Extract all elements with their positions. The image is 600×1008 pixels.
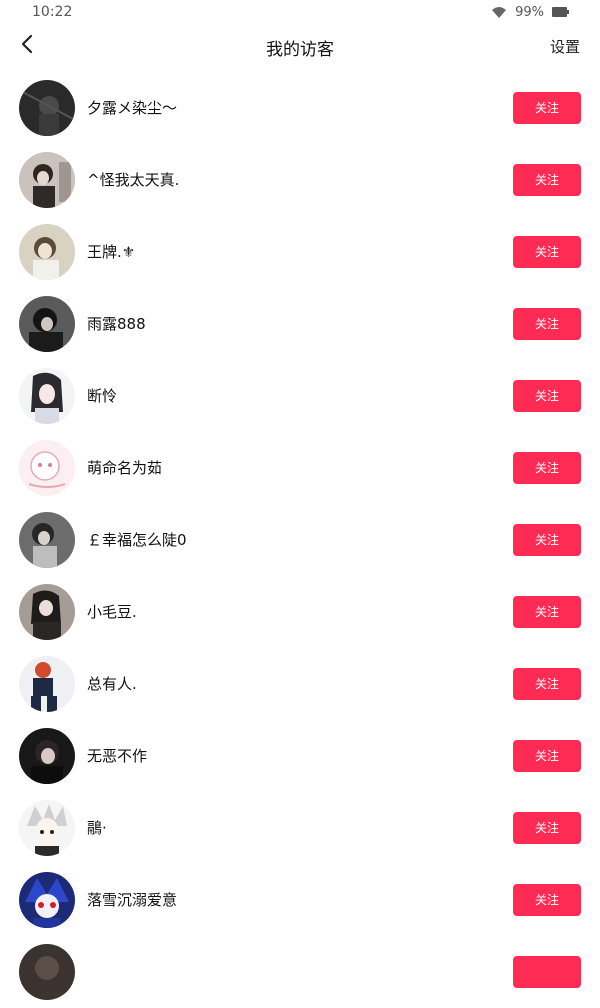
avatar[interactable] xyxy=(19,800,75,856)
visitor-list: 夕露メ染尘～ 关注 ^怪我太天真. 关注 王牌.⚜ 关注 雨露888 关注 断怜… xyxy=(0,72,600,1008)
avatar[interactable] xyxy=(19,368,75,424)
list-item[interactable]: 无恶不作 关注 xyxy=(0,720,600,792)
list-item[interactable]: 王牌.⚜ 关注 xyxy=(0,216,600,288)
visitor-name[interactable]: 小毛豆. xyxy=(87,602,137,622)
follow-button[interactable]: 关注 xyxy=(513,452,581,484)
list-item[interactable]: 萌命名为茹 关注 xyxy=(0,432,600,504)
status-right: 99% xyxy=(491,4,570,20)
avatar[interactable] xyxy=(19,440,75,496)
visitor-name[interactable]: ^怪我太天真. xyxy=(87,170,179,190)
list-item[interactable]: 断怜 关注 xyxy=(0,360,600,432)
list-item[interactable]: ^怪我太天真. 关注 xyxy=(0,144,600,216)
status-bar: 10:22 99% xyxy=(0,0,600,24)
follow-button[interactable]: 关注 xyxy=(513,236,581,268)
battery-icon xyxy=(552,6,570,18)
list-item[interactable]: ￡幸福怎么陡0 关注 xyxy=(0,504,600,576)
follow-button[interactable]: 关注 xyxy=(513,884,581,916)
follow-button[interactable]: 关注 xyxy=(513,668,581,700)
list-item[interactable]: 鷊· 关注 xyxy=(0,792,600,864)
avatar[interactable] xyxy=(19,512,75,568)
avatar[interactable] xyxy=(19,872,75,928)
page-title: 我的访客 xyxy=(266,40,334,60)
follow-button[interactable]: 关注 xyxy=(513,164,581,196)
avatar[interactable] xyxy=(19,224,75,280)
avatar[interactable] xyxy=(19,80,75,136)
list-item[interactable]: 雨露888 关注 xyxy=(0,288,600,360)
settings-button[interactable]: 设置 xyxy=(550,36,580,57)
list-item[interactable] xyxy=(0,936,600,1008)
avatar[interactable] xyxy=(19,296,75,352)
visitor-name[interactable]: 总有人. xyxy=(87,674,137,694)
list-item[interactable]: 小毛豆. 关注 xyxy=(0,576,600,648)
visitor-name[interactable]: 鷊· xyxy=(87,818,107,838)
status-time: 10:22 xyxy=(32,4,73,20)
visitor-name[interactable]: 落雪沉溺爱意 xyxy=(87,890,177,910)
visitor-name[interactable]: 夕露メ染尘～ xyxy=(87,98,177,118)
wifi-icon xyxy=(491,5,507,19)
follow-button[interactable]: 关注 xyxy=(513,812,581,844)
avatar[interactable] xyxy=(19,656,75,712)
follow-button[interactable]: 关注 xyxy=(513,92,581,124)
visitor-name[interactable]: 雨露888 xyxy=(87,314,146,334)
avatar[interactable] xyxy=(19,152,75,208)
list-item[interactable]: 总有人. 关注 xyxy=(0,648,600,720)
nav-bar: 我的访客 设置 xyxy=(0,24,600,68)
avatar[interactable] xyxy=(19,728,75,784)
follow-button[interactable]: 关注 xyxy=(513,380,581,412)
visitor-name[interactable]: 王牌.⚜ xyxy=(87,242,135,262)
avatar[interactable] xyxy=(19,944,75,1000)
list-item[interactable]: 落雪沉溺爱意 关注 xyxy=(0,864,600,936)
visitor-name[interactable]: 断怜 xyxy=(87,386,117,406)
visitor-name[interactable]: ￡幸福怎么陡0 xyxy=(87,530,187,550)
follow-button[interactable]: 关注 xyxy=(513,308,581,340)
follow-button[interactable]: 关注 xyxy=(513,524,581,556)
avatar[interactable] xyxy=(19,584,75,640)
list-item[interactable]: 夕露メ染尘～ 关注 xyxy=(0,72,600,144)
visitor-name[interactable]: 无恶不作 xyxy=(87,746,147,766)
battery-percent: 99% xyxy=(515,4,544,20)
follow-button[interactable] xyxy=(513,956,581,988)
visitor-name[interactable]: 萌命名为茹 xyxy=(87,458,162,478)
follow-button[interactable]: 关注 xyxy=(513,740,581,772)
follow-button[interactable]: 关注 xyxy=(513,596,581,628)
